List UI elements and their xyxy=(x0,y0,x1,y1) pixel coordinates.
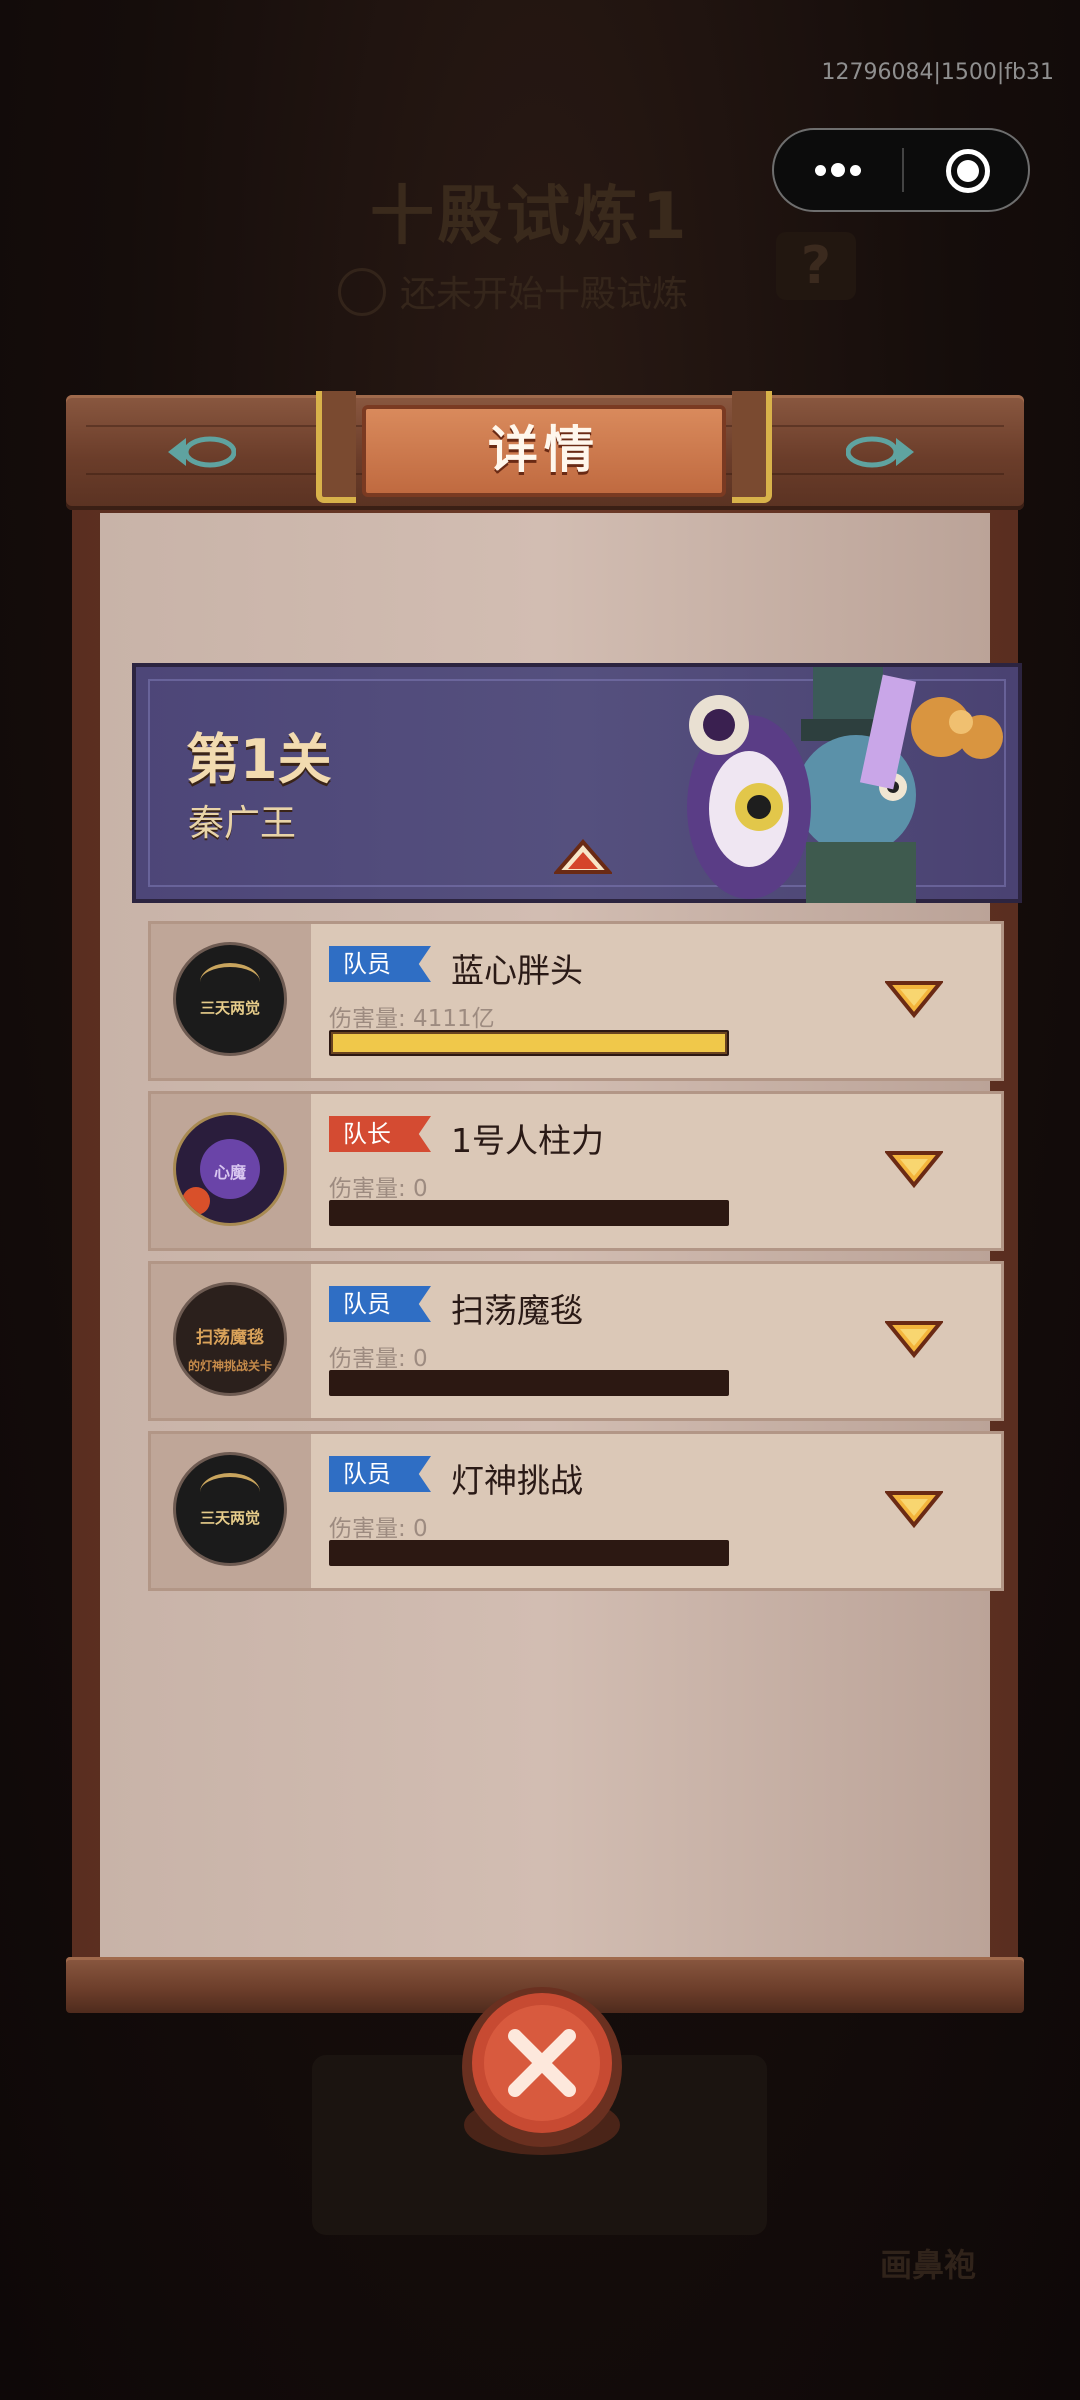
background-right-label: 画鼻袍 xyxy=(880,2246,977,2284)
boss-illustration xyxy=(687,667,1003,903)
role-badge: 队员 xyxy=(329,1286,431,1322)
capsule-menu xyxy=(772,128,1030,212)
build-id: 12796084|1500|fb31 xyxy=(821,60,1055,85)
damage-label: 伤害量: 0 xyxy=(329,1176,428,1202)
chevron-down-icon[interactable] xyxy=(885,1319,943,1359)
fish-ornament-icon xyxy=(846,436,914,468)
more-dots-icon[interactable] xyxy=(774,130,902,210)
member-row[interactable]: 三天两觉 队员 灯神挑战 伤害量: 0 xyxy=(148,1431,1004,1591)
stage-banner: 第1关 秦广王 xyxy=(132,663,1022,903)
target-circle-icon[interactable] xyxy=(904,130,1030,210)
role-badge: 队员 xyxy=(329,1456,431,1492)
dialog-title-plate: 详情 xyxy=(316,391,772,511)
damage-bar xyxy=(329,1200,729,1226)
role-badge: 队员 xyxy=(329,946,431,982)
damage-label: 伤害量: 4111亿 xyxy=(329,1006,495,1032)
dialog-frame: 第1关 秦广王 三天两觉 队员 蓝心胖头 伤害量: 4111亿 心魔 队长 1号… xyxy=(72,495,1022,1965)
avatar: 心魔 xyxy=(173,1112,287,1226)
member-row[interactable]: 扫荡魔毯 的灯神挑战关卡 队员 扫荡魔毯 伤害量: 0 xyxy=(148,1261,1004,1421)
stage-title: 第1关 xyxy=(186,728,332,791)
damage-label: 伤害量: 0 xyxy=(329,1346,428,1372)
damage-label: 伤害量: 0 xyxy=(329,1516,428,1542)
dialog-title: 详情 xyxy=(362,405,726,497)
background-status: 还未开始十殿试炼 xyxy=(400,274,689,315)
damage-bar xyxy=(329,1540,729,1566)
help-button: ? xyxy=(776,232,856,300)
check-circle-icon xyxy=(338,268,386,316)
member-row[interactable]: 心魔 队长 1号人柱力 伤害量: 0 xyxy=(148,1091,1004,1251)
flame-badge-icon xyxy=(182,1187,210,1215)
close-x-icon[interactable] xyxy=(455,1985,630,2160)
member-name: 1号人柱力 xyxy=(451,1121,604,1160)
chevron-down-icon[interactable] xyxy=(885,1489,943,1529)
dialog-header: 详情 xyxy=(66,391,1024,510)
chevron-down-icon[interactable] xyxy=(885,979,943,1019)
background-title: 十殿试炼1 xyxy=(370,180,691,254)
member-name: 灯神挑战 xyxy=(451,1461,583,1500)
member-name: 扫荡魔毯 xyxy=(451,1291,583,1330)
stage-boss-name: 秦广王 xyxy=(188,803,297,844)
fish-ornament-icon xyxy=(168,436,236,468)
details-dialog: 第1关 秦广王 三天两觉 队员 蓝心胖头 伤害量: 4111亿 心魔 队长 1号… xyxy=(66,391,1024,2013)
member-name: 蓝心胖头 xyxy=(451,951,583,990)
damage-bar xyxy=(329,1030,729,1056)
dialog-body: 第1关 秦广王 三天两觉 队员 蓝心胖头 伤害量: 4111亿 心魔 队长 1号… xyxy=(100,513,1022,1958)
chevron-down-icon[interactable] xyxy=(885,1149,943,1189)
chevron-up-icon[interactable] xyxy=(554,839,612,875)
member-row[interactable]: 三天两觉 队员 蓝心胖头 伤害量: 4111亿 xyxy=(148,921,1004,1081)
avatar: 三天两觉 xyxy=(173,1452,287,1566)
damage-bar xyxy=(329,1370,729,1396)
avatar: 三天两觉 xyxy=(173,942,287,1056)
avatar: 扫荡魔毯 的灯神挑战关卡 xyxy=(173,1282,287,1396)
role-badge: 队长 xyxy=(329,1116,431,1152)
